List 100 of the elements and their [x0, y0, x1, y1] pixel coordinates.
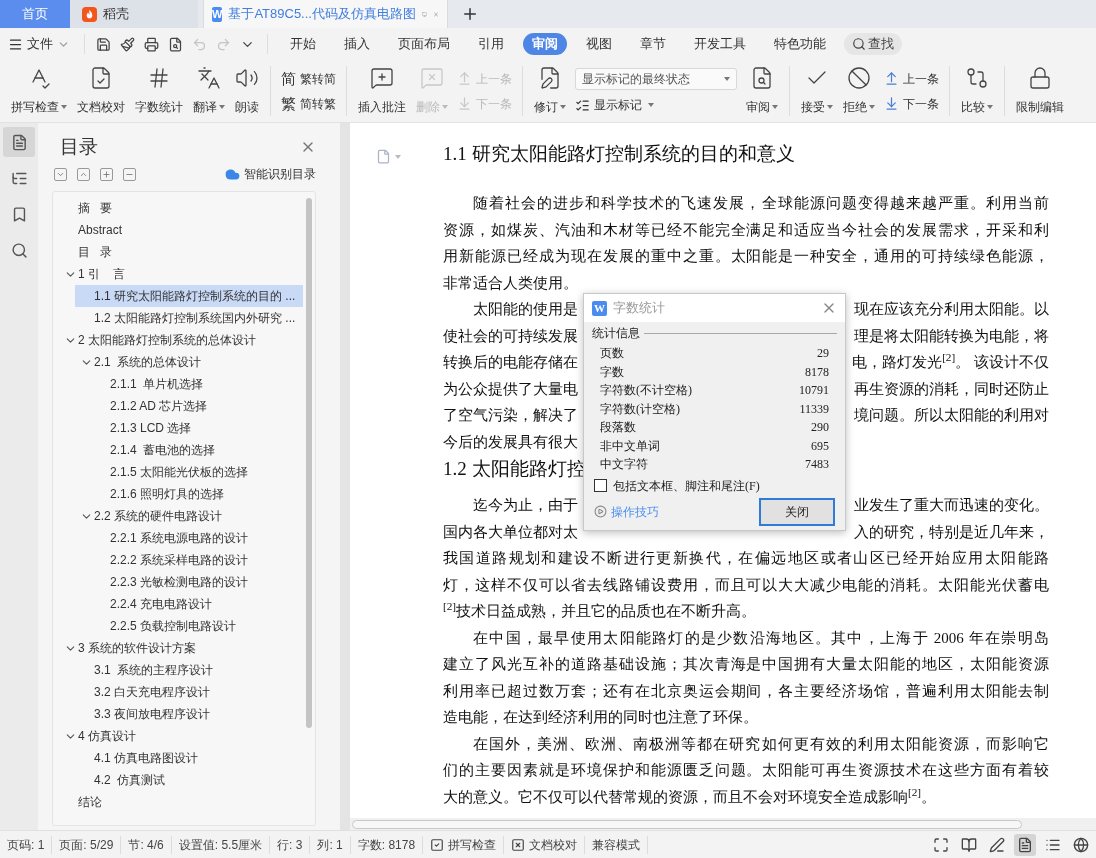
toc-item[interactable]: 3.1 系统的主程序设计	[75, 659, 303, 681]
show-markup-button[interactable]: 显示标记	[575, 96, 737, 114]
outline-level-button[interactable]	[100, 167, 113, 181]
stat-label: 段落数	[600, 419, 636, 437]
toc-item[interactable]: 2.2.3 光敏检测电路的设计	[91, 571, 303, 593]
paragraph-line: 国内各大单位都对太	[443, 522, 578, 542]
ribbon-button[interactable]: 拼写检查	[6, 66, 72, 116]
app-logo-icon: W	[592, 300, 607, 316]
file-menu-button[interactable]: 文件	[8, 34, 78, 54]
search-icon	[10, 241, 28, 259]
ribbon-button[interactable]: 翻译	[188, 66, 230, 116]
ribbon-button[interactable]: 限制编辑	[1011, 66, 1069, 116]
search-button[interactable]: 查找	[844, 33, 902, 55]
outline-level-button[interactable]	[77, 167, 90, 181]
toc-item[interactable]: 2.2 系统的硬件电路设计	[75, 505, 303, 527]
fullscreen-icon	[933, 836, 949, 853]
ribbon-button[interactable]: 下一条	[884, 94, 939, 113]
glyph-icon: 简	[281, 71, 296, 86]
toc-item[interactable]: 2 太阳能路灯控制系统的总体设计	[59, 329, 303, 351]
ribbon-tab[interactable]: 页面布局	[389, 33, 459, 55]
toc-item[interactable]: 2.2.2 系统采样电路的设计	[91, 549, 303, 571]
ribbon-tab[interactable]: 开发工具	[685, 33, 755, 55]
close-button[interactable]: 关闭	[759, 497, 835, 526]
toc-item[interactable]: 2.1 系统的总体设计	[75, 351, 303, 373]
redo-icon	[215, 36, 231, 52]
toc-item[interactable]: 1.1 研究太阳能路灯控制系统的目的 ...	[75, 285, 303, 307]
document-search-icon	[750, 66, 774, 90]
toc-item[interactable]: 1 引 言	[59, 263, 303, 285]
ribbon-button[interactable]: 审阅	[741, 66, 783, 116]
outline-level-button[interactable]	[123, 167, 136, 181]
paragraph-line: 造电能，在达到经济利用的同时也注意了环保。	[443, 708, 759, 727]
ribbon-button[interactable]: 比较	[956, 66, 998, 116]
horizontal-scrollbar-thumb[interactable]	[352, 819, 1022, 829]
toc-item[interactable]: 1.2 太阳能路灯控制系统国内外研究 ...	[75, 307, 303, 329]
sidebar-rail-button[interactable]	[3, 127, 35, 157]
stat-label: 非中文单词	[600, 437, 660, 455]
ribbon-button[interactable]: 接受	[796, 66, 838, 116]
toc-item[interactable]: 2.1.6 照明灯具的选择	[91, 483, 303, 505]
ribbon-tab[interactable]: 视图	[577, 33, 621, 55]
smart-toc-button[interactable]: 智能识别目录	[225, 165, 316, 183]
toc-item[interactable]: 4.1 仿真电路图设计	[75, 747, 303, 769]
paragraph-line: 资源，如煤炭、汽油和木材等已经不能完全满足和适应当今社会的发展需求，开采和利	[443, 220, 1049, 240]
caret-icon	[442, 105, 448, 109]
caret-icon	[560, 105, 566, 109]
arrow-up-icon	[457, 71, 472, 86]
stat-label: 中文字符	[600, 456, 648, 474]
toc-item[interactable]: 2.1.2 AD 芯片选择	[91, 395, 303, 417]
toc-item[interactable]: 2.1.1 单片机选择	[91, 373, 303, 395]
cloud-icon	[225, 166, 240, 182]
status-item: 页码: 1	[0, 835, 53, 854]
toc-item[interactable]: 2.1.4 蓄电池的选择	[91, 439, 303, 461]
app-tab[interactable]: 稻壳	[70, 0, 198, 28]
toc-item[interactable]: 目 录	[59, 241, 303, 263]
ribbon-button[interactable]: 上一条	[884, 69, 939, 88]
comment-plus-icon	[370, 66, 394, 90]
markup-select[interactable]: 显示标记的最终状态	[575, 68, 737, 90]
status-item: 设置值: 5.5厘米	[171, 835, 271, 854]
document-tab[interactable]: W 基于AT89C5...代码及仿真电路图	[203, 0, 448, 28]
toc-item[interactable]: Abstract	[59, 219, 303, 241]
ribbon-button[interactable]: 朗读	[230, 66, 264, 116]
ribbon-tab[interactable]: 审阅	[523, 33, 567, 55]
stat-label: 字符数(不计空格)	[600, 382, 692, 400]
outline-level-button[interactable]	[54, 167, 67, 181]
view-button[interactable]	[1014, 833, 1036, 856]
ribbon-tab[interactable]: 章节	[631, 33, 675, 55]
include-footnotes-checkbox[interactable]: 包括文本框、脚注和尾注(F)	[584, 473, 845, 498]
ribbon-button[interactable]: 拒绝	[838, 66, 880, 116]
ribbon-button[interactable]: 繁 简转繁	[281, 94, 336, 113]
ribbon-tab[interactable]: 特色功能	[765, 33, 835, 55]
ribbon-button[interactable]: 字数统计	[130, 66, 188, 116]
toc-item[interactable]: 3 系统的软件设计方案	[59, 637, 303, 659]
caret-icon	[219, 105, 225, 109]
ribbon-button[interactable]: 简 繁转简	[281, 69, 336, 88]
ribbon-button[interactable]: 修订	[529, 66, 571, 116]
toc-item[interactable]: 2.2.1 系统电源电路的设计	[91, 527, 303, 549]
ribbon-button[interactable]: 插入批注	[353, 66, 411, 116]
toc-item[interactable]: 3.3 夜间放电程序设计	[75, 703, 303, 725]
toc-item[interactable]: 2.1.3 LCD 选择	[91, 417, 303, 439]
scrollbar-thumb[interactable]	[306, 198, 312, 728]
toc-item[interactable]: 2.2.5 负载控制电路设计	[91, 615, 303, 637]
status-tool-button[interactable]: 文档校对	[504, 835, 586, 854]
ribbon-tab[interactable]: 开始	[281, 33, 325, 55]
paragraph-line: 随着社会的进步和科学技术的飞速发展，全球能源问题变得越来越严重。利用当前	[472, 194, 1049, 213]
ribbon-tab[interactable]: 插入	[335, 33, 379, 55]
stat-value: 695	[811, 437, 829, 455]
arrow-down-icon	[884, 96, 899, 111]
ribbon-tab[interactable]: 引用	[469, 33, 513, 55]
toc-item[interactable]: 4 仿真设计	[59, 725, 303, 747]
ribbon-button[interactable]: 文档校对	[72, 66, 130, 116]
toc-item[interactable]: 摘 要	[59, 197, 303, 219]
paragraph-line: 业发生了重大而迅速的变化。	[854, 496, 1049, 515]
stat-value: 290	[811, 419, 829, 437]
comment-x-icon	[420, 66, 444, 90]
toc-item[interactable]: 3.2 白天充电程序设计	[75, 681, 303, 703]
status-tool-button[interactable]: 拼写检查	[423, 835, 505, 854]
toc-item[interactable]: 2.2.4 充电电路设计	[91, 593, 303, 615]
toc-item[interactable]: 结论	[59, 791, 303, 813]
stat-value: 11339	[799, 400, 829, 418]
toc-item[interactable]: 2.1.5 太阳能光伏板的选择	[91, 461, 303, 483]
toc-item[interactable]: 4.2 仿真测试	[75, 769, 303, 791]
